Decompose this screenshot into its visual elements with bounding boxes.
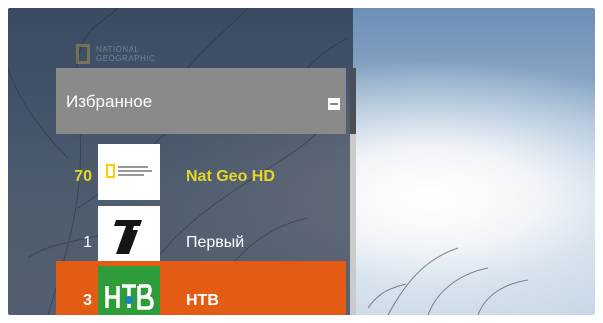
channel-number: 1 xyxy=(83,234,92,251)
channel-row-perviy[interactable]: 1 Первый xyxy=(56,196,346,266)
channel-number: 3 xyxy=(83,292,92,309)
channel-row-ntv-selected[interactable]: 3 НТВ xyxy=(56,261,346,315)
favorites-title: Избранное xyxy=(66,92,153,111)
tv-screen: NATIONAL GEOGRAPHIC Избранное 70 Nat Geo… xyxy=(8,8,595,315)
channel-name: Nat Geo HD xyxy=(186,168,275,185)
channel-list-panel: NATIONAL GEOGRAPHIC Избранное 70 Nat Geo… xyxy=(8,8,353,315)
scrollbar-thumb[interactable] xyxy=(350,68,356,134)
channel-number: 70 xyxy=(74,168,92,185)
channel-list-scrollbar[interactable] xyxy=(350,68,356,315)
watermark-line-1: NATIONAL xyxy=(96,45,140,54)
favorites-header[interactable]: Избранное xyxy=(56,68,346,134)
national-geographic-logo-icon xyxy=(98,144,160,200)
national-geographic-icon xyxy=(76,44,90,64)
ntv-logo-icon xyxy=(98,266,160,315)
watermark-line-2: GEOGRAPHIC xyxy=(96,54,156,63)
perviy-kanal-logo-icon xyxy=(98,206,160,266)
collapse-minus-icon[interactable] xyxy=(328,98,340,110)
channel-row-nat-geo-hd[interactable]: 70 Nat Geo HD xyxy=(56,134,346,200)
channel-name: Первый xyxy=(186,234,245,251)
channel-name: НТВ xyxy=(186,292,219,309)
